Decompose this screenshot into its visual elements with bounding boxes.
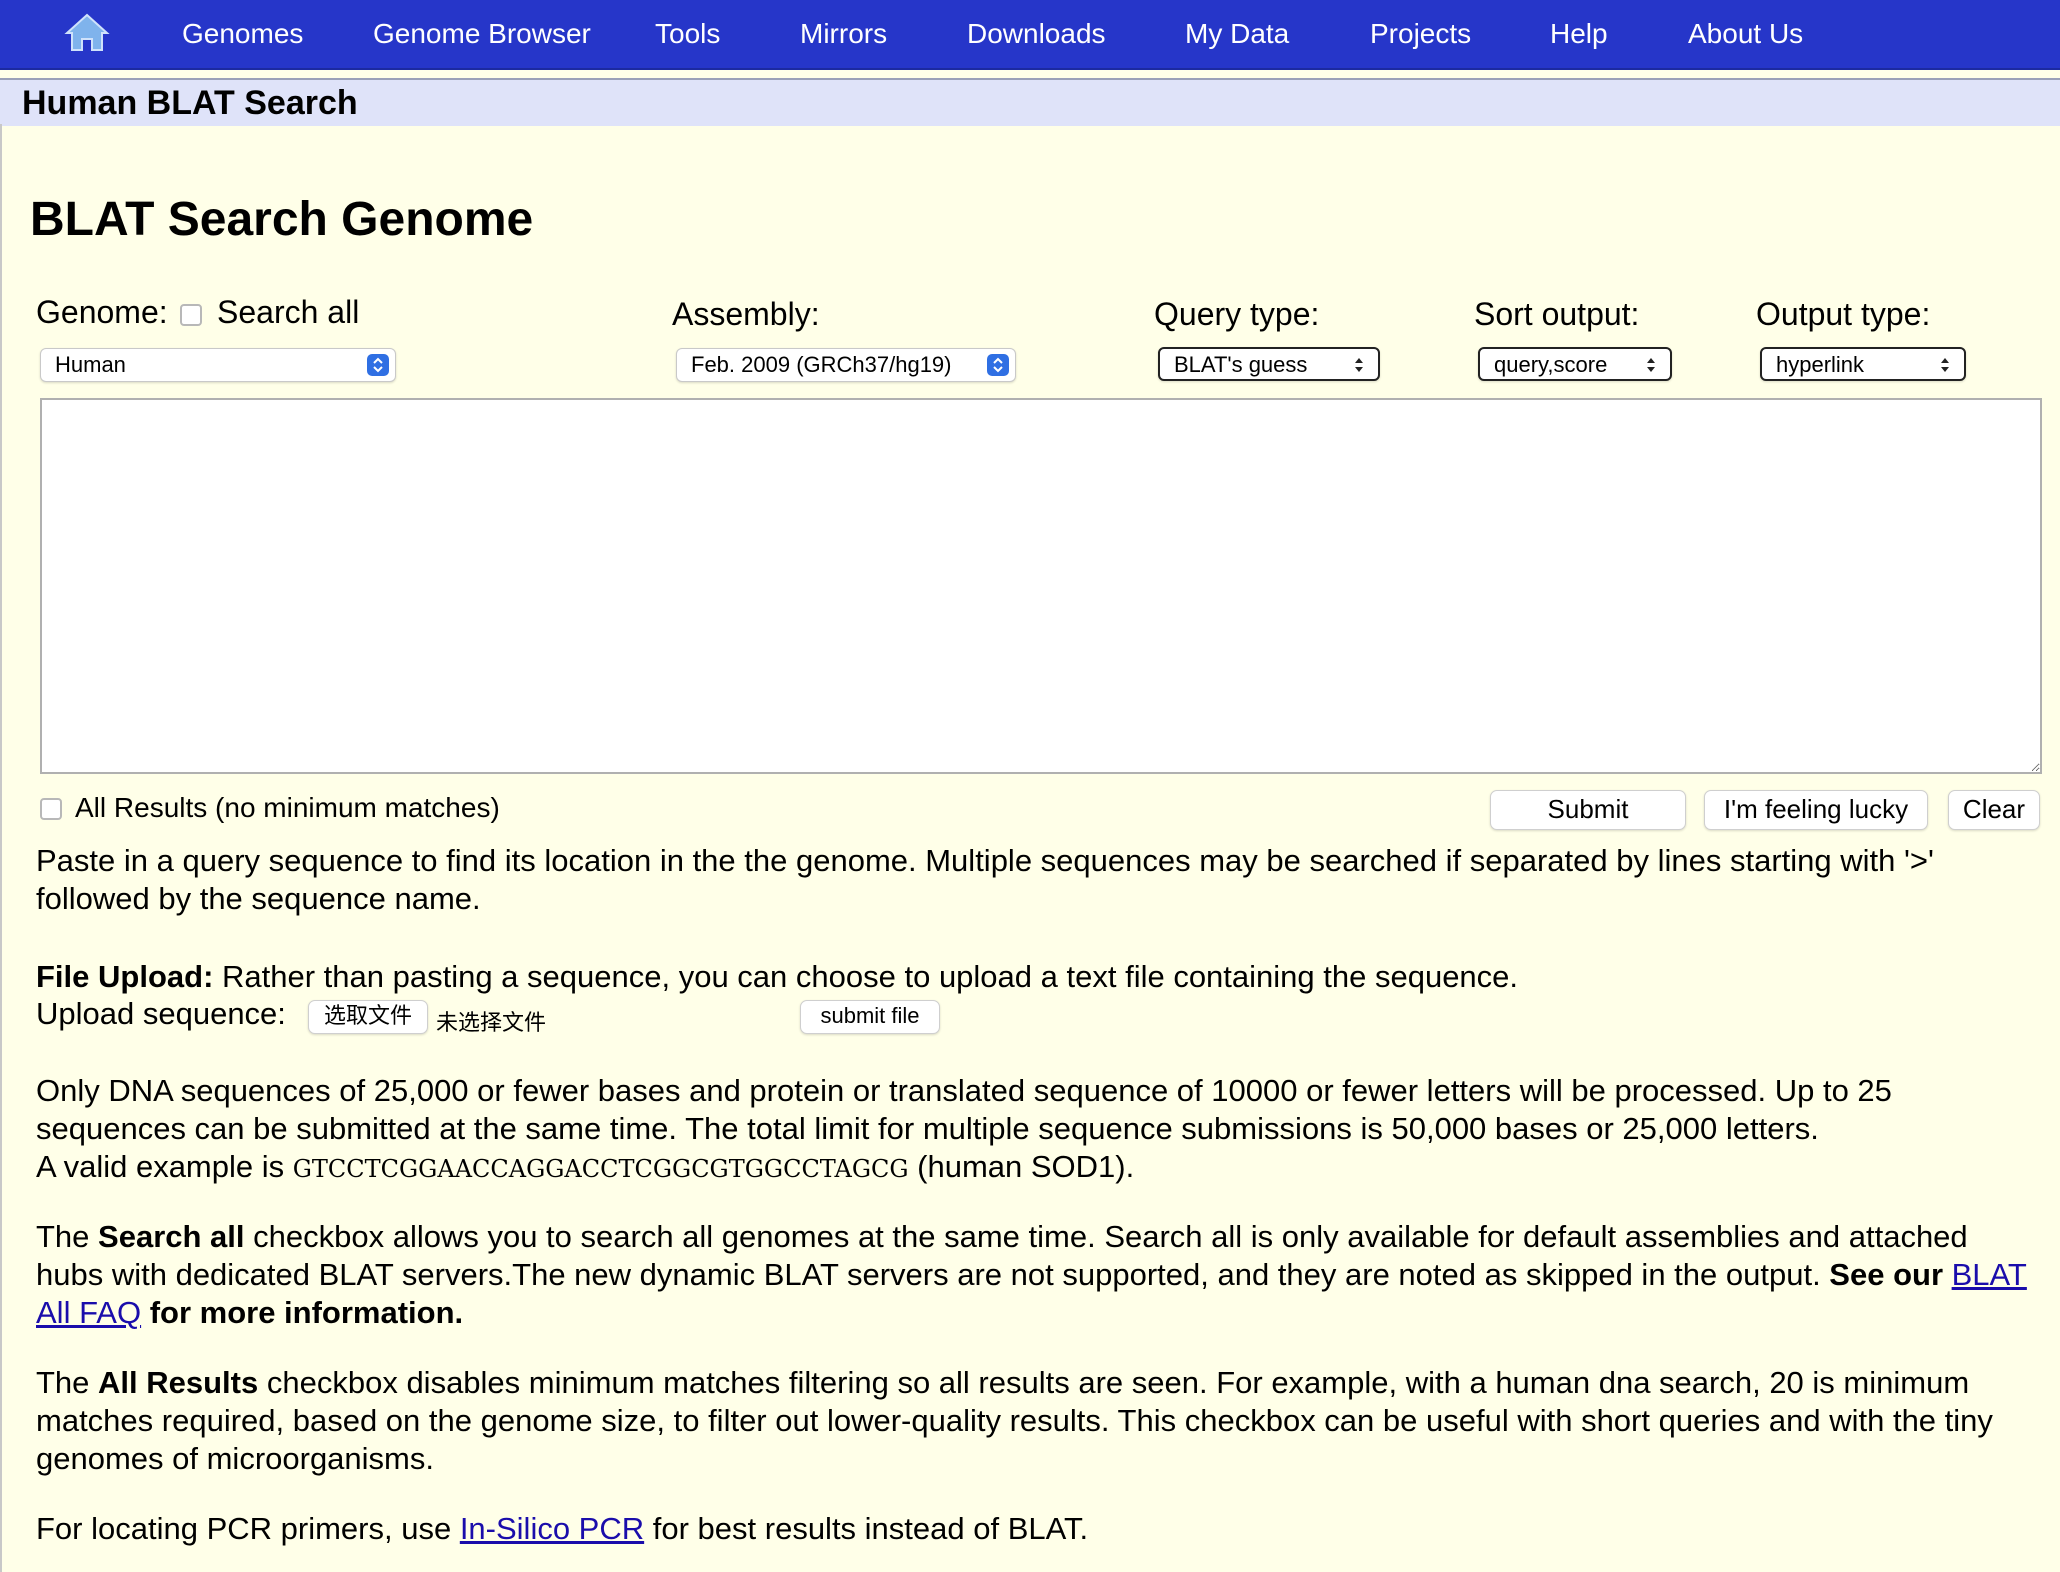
- no-file-chosen-text: 未选择文件: [436, 1010, 547, 1035]
- pcr-help-p2: for best results instead of BLAT.: [644, 1511, 1089, 1546]
- search-all-help-more-info: for more information.: [141, 1295, 464, 1330]
- select-arrow-icon: [987, 354, 1009, 376]
- output-type-select-value: hyperlink: [1776, 352, 1865, 377]
- genome-select[interactable]: Human: [40, 348, 396, 382]
- file-upload-text: File Upload: Rather than pasting a seque…: [36, 958, 2036, 996]
- nav-my-data[interactable]: My Data: [1185, 18, 1289, 50]
- search-all-help-bold: Search all: [98, 1219, 245, 1254]
- query-type-label: Query type:: [1154, 296, 1320, 332]
- all-results-help-p1: The: [36, 1365, 99, 1400]
- top-navigation: Genomes Genome Browser Tools Mirrors Dow…: [0, 0, 2060, 70]
- assembly-label: Assembly:: [672, 296, 820, 332]
- left-border: [0, 124, 2, 1572]
- file-upload-bold: File Upload:: [36, 959, 214, 994]
- page-title-bar: Human BLAT Search: [0, 78, 2060, 126]
- nav-downloads[interactable]: Downloads: [967, 18, 1106, 50]
- output-type-select[interactable]: hyperlink: [1760, 347, 1966, 381]
- search-all-checkbox[interactable]: [180, 304, 202, 326]
- select-arrow-icon: [367, 354, 389, 376]
- submit-file-button[interactable]: submit file: [800, 1000, 940, 1034]
- all-results-label: All Results (no minimum matches): [75, 792, 500, 823]
- search-all-help: The Search all checkbox allows you to se…: [36, 1218, 2036, 1332]
- paste-instructions: Paste in a query sequence to find its lo…: [36, 843, 1934, 916]
- clear-button[interactable]: Clear: [1948, 790, 2040, 830]
- choose-file-button[interactable]: 选取文件: [308, 1000, 428, 1034]
- select-arrow-icon: [1352, 355, 1366, 375]
- feeling-lucky-button[interactable]: I'm feeling lucky: [1704, 790, 1928, 830]
- query-type-select[interactable]: BLAT's guess: [1158, 347, 1380, 381]
- sequence-input[interactable]: [40, 398, 2042, 774]
- nav-genomes[interactable]: Genomes: [182, 18, 303, 50]
- search-all-help-p2: checkbox allows you to search all genome…: [36, 1219, 1968, 1292]
- pcr-help: For locating PCR primers, use In-Silico …: [36, 1510, 2036, 1548]
- all-results-help-p2: checkbox disables minimum matches filter…: [36, 1365, 1993, 1476]
- pcr-help-p1: For locating PCR primers, use: [36, 1511, 460, 1546]
- search-all-help-see-our: See our: [1829, 1257, 1952, 1292]
- nav-help[interactable]: Help: [1550, 18, 1608, 50]
- assembly-select[interactable]: Feb. 2009 (GRCh37/hg19): [676, 348, 1016, 382]
- nav-tools[interactable]: Tools: [655, 18, 720, 50]
- example-text: A valid example is GTCCTCGGAACCAGGACCTCG…: [36, 1148, 2036, 1188]
- file-upload-desc: Rather than pasting a sequence, you can …: [213, 959, 1519, 994]
- all-results-help: The All Results checkbox disables minimu…: [36, 1364, 2036, 1478]
- nav-genome-browser[interactable]: Genome Browser: [373, 18, 591, 50]
- limits-text: Only DNA sequences of 25,000 or fewer ba…: [36, 1073, 1892, 1146]
- sort-output-label: Sort output:: [1474, 296, 1640, 332]
- in-silico-pcr-link[interactable]: In-Silico PCR: [460, 1511, 644, 1546]
- genome-label: Genome:: [36, 294, 168, 330]
- all-results-checkbox[interactable]: [40, 798, 62, 820]
- upload-sequence-label: Upload sequence:: [36, 996, 286, 1031]
- search-all-label: Search all: [217, 294, 360, 330]
- main-heading: BLAT Search Genome: [30, 193, 534, 246]
- nav-mirrors[interactable]: Mirrors: [800, 18, 887, 50]
- home-icon[interactable]: [64, 10, 110, 56]
- assembly-select-value: Feb. 2009 (GRCh37/hg19): [691, 352, 952, 377]
- all-results-help-bold: All Results: [98, 1365, 259, 1400]
- submit-button[interactable]: Submit: [1490, 790, 1686, 830]
- genome-select-value: Human: [55, 352, 126, 377]
- select-arrow-icon: [1938, 355, 1952, 375]
- sort-output-select[interactable]: query,score: [1478, 347, 1672, 381]
- example-prefix: A valid example is: [36, 1149, 293, 1184]
- example-sequence: GTCCTCGGAACCAGGACCTCGGCGTGGCCTAGCG: [292, 1155, 909, 1183]
- nav-about-us[interactable]: About Us: [1688, 18, 1803, 50]
- output-type-label: Output type:: [1756, 296, 1931, 332]
- page-title: Human BLAT Search: [22, 84, 358, 122]
- search-all-help-p1: The: [36, 1219, 99, 1254]
- nav-projects[interactable]: Projects: [1370, 18, 1471, 50]
- select-arrow-icon: [1644, 355, 1658, 375]
- query-type-select-value: BLAT's guess: [1174, 352, 1308, 377]
- example-suffix: (human SOD1).: [908, 1149, 1135, 1184]
- sort-output-select-value: query,score: [1494, 352, 1608, 377]
